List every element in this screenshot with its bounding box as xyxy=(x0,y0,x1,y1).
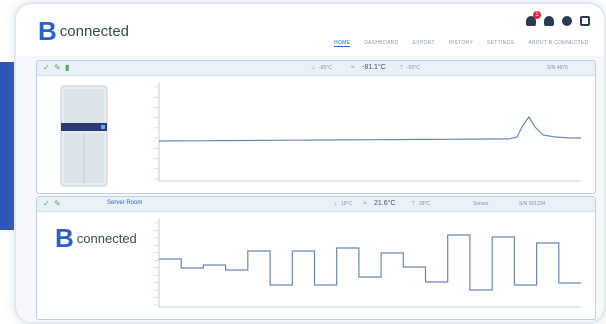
nav-export[interactable]: EXPORT xyxy=(413,40,435,47)
low-alarm-icon: ⊥ xyxy=(333,201,338,207)
logo-text: connected xyxy=(76,230,137,246)
nav-about[interactable]: ABOUT B CONNECTED xyxy=(528,40,588,47)
check-icon[interactable]: ✓ xyxy=(43,64,50,72)
serial-number: S/N 001234 xyxy=(519,201,546,207)
bell-icon[interactable]: 1 xyxy=(526,11,541,26)
main-nav: HOME DASHBOARD EXPORT HISTORY SETTINGS A… xyxy=(334,40,588,47)
temperature-line xyxy=(158,115,581,142)
high-alarm-icon: ⊤ xyxy=(411,201,416,207)
edit-icon[interactable]: ✎ xyxy=(54,200,61,208)
tablet-screen: B connected 1 HOME DASHBOARD EXPORT HIST… xyxy=(14,2,606,324)
gear-icon[interactable] xyxy=(562,16,572,26)
alarm-low-value: -85°C xyxy=(319,65,332,71)
nav-history[interactable]: HISTORY xyxy=(449,40,473,47)
temperature-line xyxy=(159,234,581,291)
alarm-high-value: 28°C xyxy=(419,201,431,207)
nav-home[interactable]: HOME xyxy=(334,40,351,47)
edit-icon[interactable]: ✎ xyxy=(54,64,61,72)
logo-text: connected xyxy=(59,22,130,40)
logo-letter: B xyxy=(55,223,74,253)
device-name[interactable]: Server Room xyxy=(107,200,142,206)
current-temperature: 21.6°C xyxy=(374,200,396,207)
nav-settings[interactable]: SETTINGS xyxy=(487,40,514,47)
device-panel-server-room: ✓ ✎ Server Room ⊥ 18°C ≈ 21.6°C ⊤ 28°C S… xyxy=(36,196,596,320)
header-icons: 1 xyxy=(526,11,590,26)
users-icon[interactable] xyxy=(544,16,554,26)
temperature-chart-freezer[interactable] xyxy=(145,79,585,189)
temperature-chart-server-room[interactable] xyxy=(145,215,585,315)
high-alarm-icon: ⊤ xyxy=(399,65,404,71)
thermometer-icon: ≈ xyxy=(363,200,367,207)
low-alarm-icon: ⊥ xyxy=(311,65,316,71)
logout-icon[interactable] xyxy=(580,16,590,26)
current-temperature: -81.1°C xyxy=(362,64,386,71)
device-type: Sensor xyxy=(473,201,489,207)
panel-logo: B connected xyxy=(55,225,137,251)
app-logo[interactable]: B connected xyxy=(38,18,129,44)
panel-toolbar: ✓ ✎ Server Room ⊥ 18°C ≈ 21.6°C ⊤ 28°C S… xyxy=(37,197,595,212)
panel-toolbar: ✓ ✎ ▮ ⊥ -85°C ≈ -81.1°C ⊤ -65°C S/N 4875 xyxy=(37,61,595,76)
logo-letter: B xyxy=(38,16,57,46)
serial-number: S/N 4875 xyxy=(547,65,568,71)
alarm-high-value: -65°C xyxy=(407,65,420,71)
freezer-image xyxy=(43,83,129,189)
check-icon[interactable]: ✓ xyxy=(43,200,50,208)
thermometer-icon: ≈ xyxy=(351,64,355,71)
nav-dashboard[interactable]: DASHBOARD xyxy=(364,40,398,47)
alarm-low-value: 18°C xyxy=(341,201,353,207)
device-panel-freezer: ✓ ✎ ▮ ⊥ -85°C ≈ -81.1°C ⊤ -65°C S/N 4875 xyxy=(36,60,596,194)
battery-icon: ▮ xyxy=(65,63,70,72)
notification-badge: 1 xyxy=(533,11,541,19)
app-header: B connected 1 HOME DASHBOARD EXPORT HIST… xyxy=(16,4,604,56)
